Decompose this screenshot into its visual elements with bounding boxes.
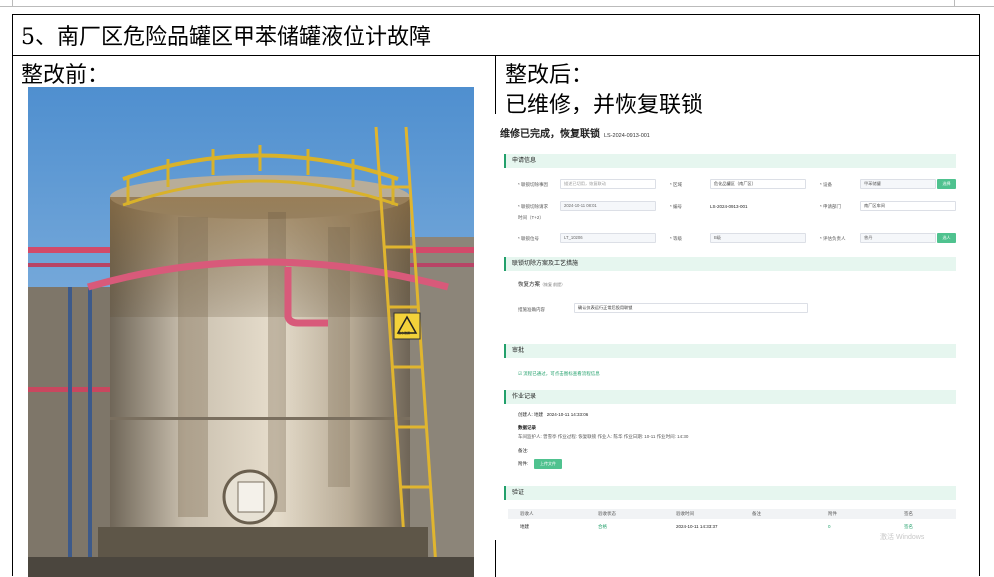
- windows-activation-watermark: 激活 Windows: [880, 534, 925, 540]
- number-label: * 编号: [670, 204, 683, 209]
- time-label: * 联锁切除请求: [518, 204, 549, 209]
- restore-label-text: 恢复方案: [518, 282, 541, 288]
- record-label: 数据记录: [518, 425, 536, 430]
- owner-select-button[interactable]: 选人: [937, 233, 956, 243]
- attach-label: 附件:: [518, 461, 529, 466]
- dept-select[interactable]: 南厂区车间: [860, 201, 956, 211]
- device-select-button[interactable]: 选择: [937, 179, 956, 189]
- title-row: 5、南厂区危险品罐区甲苯储罐液位计故障: [13, 15, 979, 56]
- app-header: 维修已完成，恢复联锁 LS-2024-0913-001: [500, 125, 650, 140]
- app-header-title: 维修已完成，恢复联锁: [500, 129, 600, 140]
- section-plan: 联锁切除方案及工艺措施: [504, 257, 956, 271]
- owner-input[interactable]: 曾丹: [860, 233, 936, 243]
- time-input[interactable]: 2024-10-11 08:01: [560, 201, 656, 211]
- remark-label: 备注:: [518, 448, 529, 453]
- tag-label: * 联锁位号: [518, 236, 540, 241]
- verify-signature-link[interactable]: 签名: [904, 524, 913, 530]
- issue-title: 5、南厂区危险品罐区甲苯储罐液位计故障: [21, 25, 431, 50]
- dept-label: * 申请部门: [820, 204, 842, 209]
- verify-time: 2024-10-11 14:33:37: [676, 524, 718, 529]
- col-signature: 签名: [904, 511, 913, 516]
- col-time: 验收时间: [676, 511, 694, 516]
- device-label: * 设备: [820, 182, 833, 187]
- measure-label: 措施准确内容: [518, 307, 545, 312]
- col-remark: 备注: [752, 511, 761, 516]
- section-approval: 审批: [504, 344, 956, 358]
- record-code: LS-2024-0913-001: [604, 133, 650, 139]
- verify-attachment-count[interactable]: 0: [828, 524, 831, 529]
- before-photo: 当心泄漏: [28, 87, 474, 577]
- creator-text: 创建人: 地建: [518, 412, 544, 417]
- level-label: * 等级: [670, 236, 683, 241]
- page-top-rule: [0, 0, 994, 7]
- device-input[interactable]: 甲苯储罐: [860, 179, 936, 189]
- record-text: 车间监护人: 曾雪亭 作业过程: 恢复联锁 作业人: 陈华 作业日期: 10-1…: [518, 434, 689, 439]
- before-label: 整改前：: [21, 63, 110, 88]
- created-at: 2024-10-11 14:33:06: [546, 412, 589, 417]
- upload-file-button[interactable]: 上传文件: [534, 459, 562, 469]
- maintenance-app-screenshot: 维修已完成，恢复联锁 LS-2024-0913-001 申请信息 * 联锁切除事因…: [494, 114, 957, 540]
- col-attachment: 附件: [828, 511, 837, 516]
- applicant-label: * 联锁切除事因: [518, 182, 549, 187]
- warning-sign-text: 当心泄漏: [398, 331, 411, 335]
- section-verify: 验证: [504, 486, 956, 500]
- restore-hint: （恢复 前提）: [540, 282, 566, 287]
- col-acceptor: 验收人: [520, 511, 534, 516]
- creator: 创建人: 地建 2024-10-11 14:33:06: [518, 412, 588, 418]
- rule-tick: [12, 0, 13, 6]
- number-value: LS-2024-0913-001: [710, 204, 748, 209]
- level-select[interactable]: B级: [710, 233, 806, 243]
- section-work: 作业记录: [504, 390, 956, 404]
- applicant-input[interactable]: 描述已切用，恢复联动: [560, 179, 656, 189]
- area-label: * 区域: [670, 182, 683, 187]
- time-sub-label: 时间（T+2）: [518, 215, 544, 220]
- rule-tick: [954, 0, 955, 6]
- section-apply: 申请信息: [504, 154, 956, 168]
- area-select[interactable]: 危化品罐区（南厂区）: [710, 179, 806, 189]
- measure-input[interactable]: 确认仪表运行正常后投用联锁: [574, 303, 808, 313]
- after-label: 整改后：: [505, 63, 594, 88]
- verify-table-header: [508, 509, 956, 519]
- owner-label: * 评估负责人: [820, 236, 846, 241]
- verify-acceptor: 地建: [520, 524, 529, 529]
- tag-select[interactable]: LT_10206: [560, 233, 656, 243]
- col-status: 验收状态: [598, 511, 616, 516]
- restore-label: 恢复方案（恢复 前提）: [518, 280, 565, 288]
- approval-status-link[interactable]: ☑ 流程已通过，可点击图标查看流程信息: [518, 371, 600, 377]
- verify-status: 合格: [598, 524, 607, 529]
